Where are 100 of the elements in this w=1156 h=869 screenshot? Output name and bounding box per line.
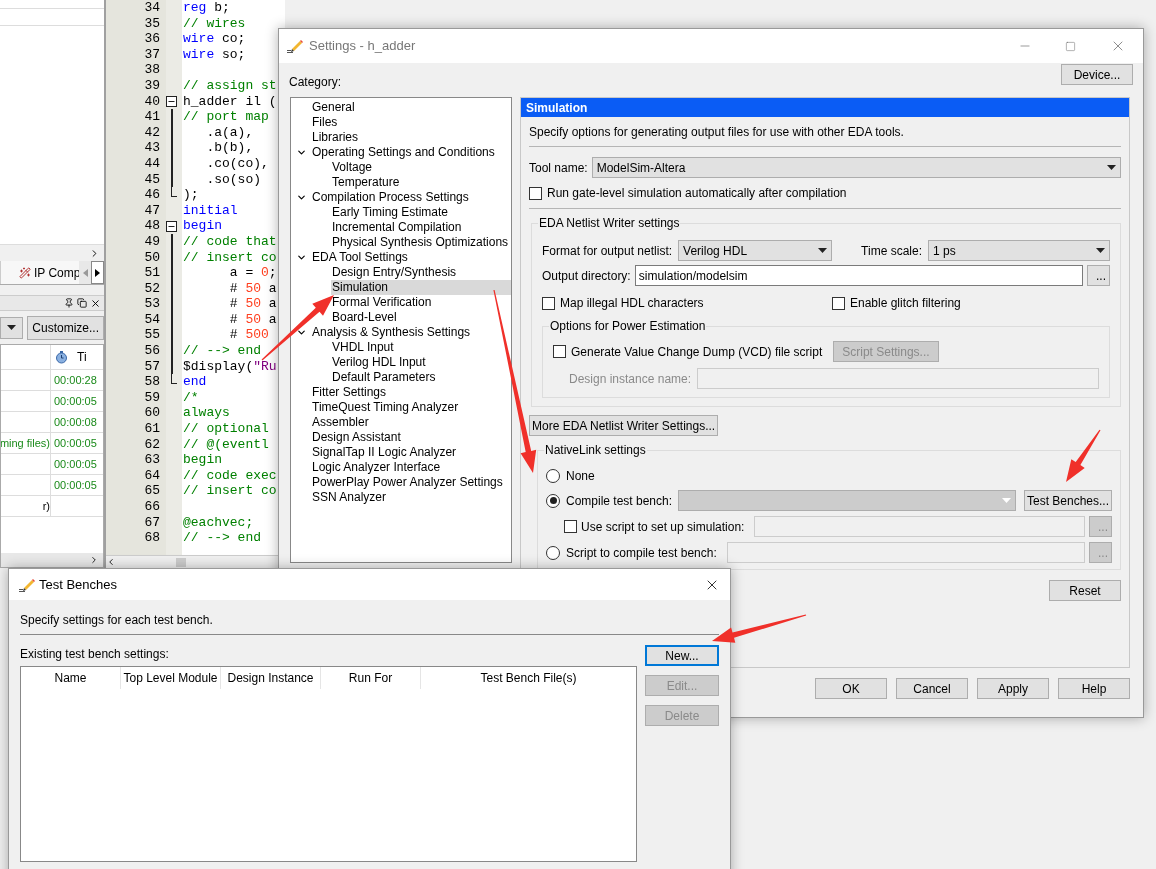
checkbox[interactable]: [529, 186, 542, 200]
line-number: 60: [144, 405, 160, 422]
field-label: Output directory:: [542, 267, 631, 285]
panel-description: Specify options for generating output files for use with other EDA tools.: [529, 125, 1121, 147]
time-scale-dropdown[interactable]: 1 ps: [928, 240, 1110, 261]
browse-button[interactable]: ...: [1087, 265, 1110, 286]
category-item[interactable]: Design Entry/Synthesis: [331, 265, 458, 280]
device-button[interactable]: Device...: [1061, 64, 1133, 85]
category-item[interactable]: Design Assistant: [311, 430, 402, 445]
line-number: 57: [144, 358, 160, 375]
column-header: Run For: [348, 670, 393, 687]
category-item[interactable]: Compilation Process Settings: [311, 190, 470, 205]
category-item[interactable]: General: [311, 100, 356, 115]
dialog-button[interactable]: New...: [645, 645, 719, 666]
annotation-arrow: [1066, 429, 1101, 482]
category-item[interactable]: EDA Tool Settings: [311, 250, 409, 265]
pencil-icon: [287, 39, 303, 53]
dialog-button[interactable]: Apply: [977, 678, 1049, 699]
customize-button[interactable]: Customize...: [27, 315, 104, 340]
horizontal-scrollbar[interactable]: [1, 553, 103, 567]
fold-toggle-icon[interactable]: [166, 95, 177, 107]
category-item[interactable]: VHDL Input: [331, 340, 395, 355]
netlist-format-dropdown[interactable]: Verilog HDL: [678, 240, 833, 261]
more-settings-button[interactable]: More EDA Netlist Writer Settings...: [529, 415, 719, 436]
table-cell-text: ming files): [1, 435, 50, 451]
category-item[interactable]: Early Timing Estimate: [331, 205, 450, 220]
test-benches-button[interactable]: Test Benches...: [1023, 490, 1112, 511]
expand-chevron-icon[interactable]: [295, 252, 307, 263]
category-item[interactable]: Physical Synthesis Optimizations: [331, 235, 510, 250]
dialog-button[interactable]: Cancel: [896, 678, 968, 699]
radio-label: Script to compile test bench:: [566, 544, 717, 562]
code-line: // @(eventl: [183, 436, 269, 452]
line-number: 36: [144, 31, 160, 47]
category-item[interactable]: SignalTap II Logic Analyzer: [311, 445, 458, 460]
expand-chevron-icon[interactable]: [295, 327, 307, 338]
line-number: 61: [144, 421, 160, 437]
line-number: 63: [144, 452, 160, 468]
category-item[interactable]: Analysis & Synthesis Settings: [311, 325, 472, 340]
design-instance-field[interactable]: [697, 368, 1099, 389]
category-item[interactable]: Libraries: [311, 130, 360, 145]
tab-scroll-right-button[interactable]: [91, 261, 104, 284]
line-number: 38: [144, 62, 160, 78]
script-path-field[interactable]: [726, 542, 1085, 563]
category-item[interactable]: Verilog HDL Input: [331, 355, 427, 370]
category-item[interactable]: Simulation: [331, 280, 511, 295]
checkbox-label: Use script to set up simulation:: [581, 518, 745, 536]
category-item[interactable]: Fitter Settings: [311, 385, 388, 400]
output-directory-field[interactable]: simulation/modelsim: [634, 265, 1083, 286]
line-number: 34: [144, 0, 160, 16]
dialog-button[interactable]: Help: [1058, 678, 1130, 699]
table-cell-text: 00:00:05: [54, 435, 97, 451]
category-item[interactable]: Operating Settings and Conditions: [311, 145, 496, 160]
code-line: );: [183, 187, 199, 203]
category-item[interactable]: Board-Level: [331, 310, 398, 325]
scrollbar-thumb[interactable]: [176, 557, 186, 567]
dialog-button[interactable]: OK: [815, 678, 887, 699]
category-item[interactable]: SSN Analyzer: [311, 490, 388, 505]
reset-button[interactable]: Reset: [1049, 580, 1121, 601]
expand-chevron-icon[interactable]: [295, 147, 307, 158]
script-path-field[interactable]: [754, 516, 1085, 537]
checkbox[interactable]: [542, 296, 555, 310]
radio-button[interactable]: [546, 469, 560, 483]
checkbox[interactable]: [553, 345, 566, 358]
close-icon: [90, 297, 101, 309]
code-line: # 50 a: [228, 311, 277, 327]
category-item[interactable]: Temperature: [331, 175, 401, 190]
dropdown[interactable]: [0, 316, 24, 339]
checkbox-label: Generate Value Change Dump (VCD) file script: [571, 343, 823, 361]
line-number: 45: [144, 171, 160, 188]
radio-button[interactable]: [546, 493, 560, 508]
window-title: Test Benches: [39, 575, 118, 594]
category-item[interactable]: Default Parameters: [331, 370, 437, 385]
checkbox[interactable]: [832, 296, 845, 310]
radio-button[interactable]: [546, 545, 560, 560]
table-cell-text: 00:00:28: [54, 372, 97, 388]
category-item[interactable]: Formal Verification: [331, 295, 433, 310]
category-item[interactable]: Logic Analyzer Interface: [311, 460, 442, 475]
expand-chevron-icon[interactable]: [295, 192, 307, 203]
fold-toggle-icon[interactable]: [166, 220, 177, 232]
column-header: Ti: [77, 349, 87, 366]
caret-icon: [7, 325, 17, 330]
category-item[interactable]: Assembler: [311, 415, 370, 430]
scroll-right-icon: [89, 247, 100, 259]
code-line: # 50 a: [228, 280, 277, 296]
category-item[interactable]: PowerPlay Power Analyzer Settings: [311, 475, 504, 490]
category-item[interactable]: Voltage: [331, 160, 374, 175]
line-number: 49: [144, 233, 160, 250]
table-cell-text: 00:00:05: [54, 456, 97, 472]
code-line: .so(so): [205, 171, 261, 187]
line-number: 59: [144, 389, 160, 406]
category-item[interactable]: Files: [311, 115, 339, 130]
wand-icon: [19, 266, 31, 279]
caret-icon: [818, 248, 828, 253]
category-item[interactable]: TimeQuest Timing Analyzer: [311, 400, 460, 415]
category-item[interactable]: Incremental Compilation: [331, 220, 463, 235]
right-triangle-icon: [95, 268, 100, 277]
line-number: 56: [144, 343, 160, 359]
tool-name-dropdown[interactable]: ModelSim-Altera: [591, 157, 1121, 178]
line-number: 62: [144, 436, 160, 453]
checkbox[interactable]: [564, 520, 577, 533]
